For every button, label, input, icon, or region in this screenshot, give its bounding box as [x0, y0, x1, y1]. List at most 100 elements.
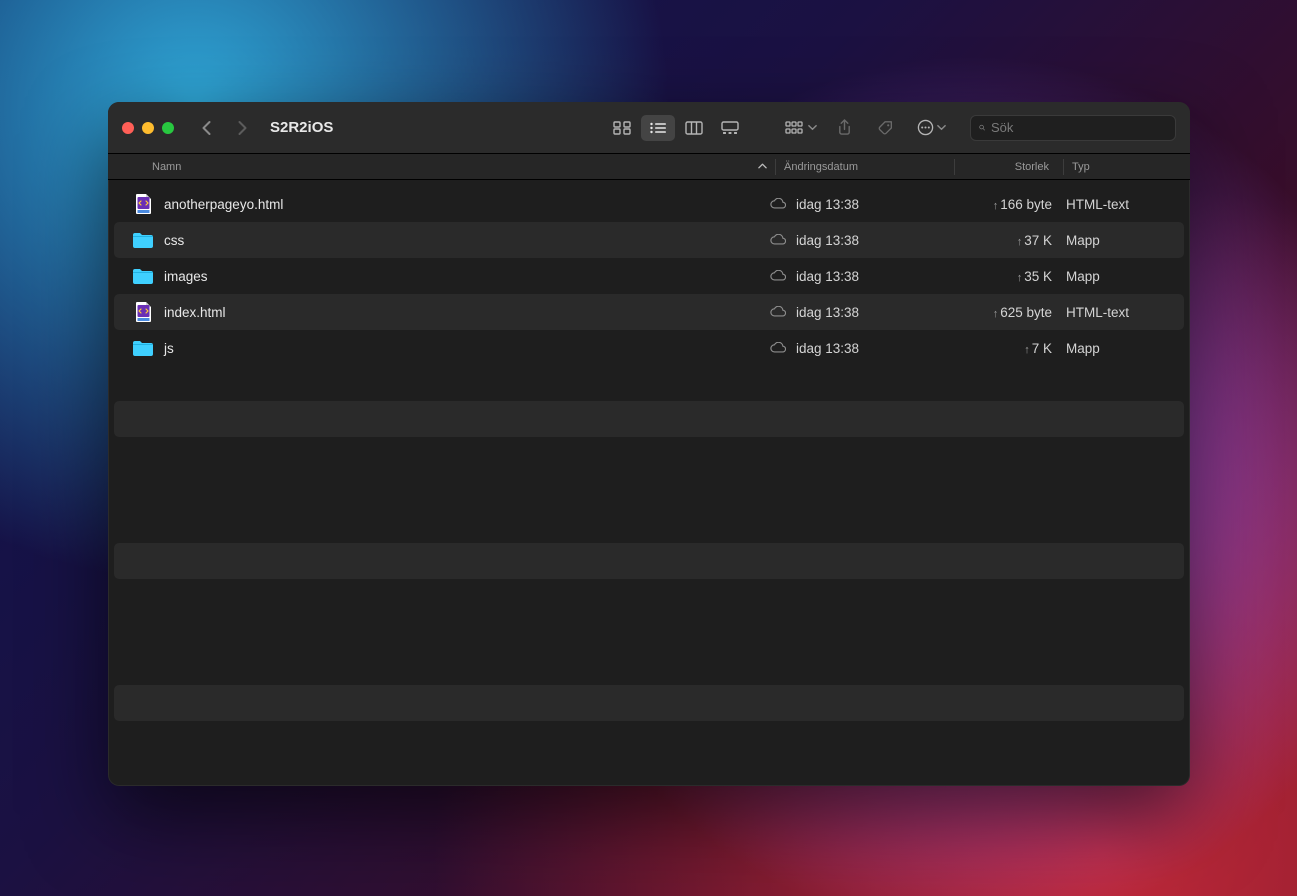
ellipsis-circle-icon [917, 119, 934, 136]
file-size: ↑625 byte [966, 305, 1066, 320]
cloud-status-icon [770, 269, 794, 284]
column-header-name[interactable]: Namn [152, 161, 775, 173]
share-button[interactable] [827, 115, 861, 141]
file-kind: Mapp [1066, 341, 1184, 356]
cloud-icon [770, 342, 786, 353]
cloud-status-icon [770, 305, 794, 320]
cloud-status-icon [770, 341, 794, 356]
file-size: ↑37 K [966, 233, 1066, 248]
search-field[interactable] [970, 115, 1176, 141]
search-input[interactable] [991, 120, 1167, 135]
close-window-button[interactable] [122, 122, 134, 134]
column-header-date[interactable]: Ändringsdatum [784, 161, 954, 173]
file-date: idag 13:38 [796, 269, 966, 284]
html-file-icon [132, 301, 154, 323]
file-name: index.html [164, 305, 770, 320]
upload-arrow-icon: ↑ [1024, 344, 1030, 356]
html-file-icon [132, 193, 154, 215]
folder-icon [132, 267, 154, 285]
folder-icon [132, 337, 154, 359]
tags-button[interactable] [869, 115, 903, 141]
upload-arrow-icon: ↑ [1017, 236, 1023, 248]
file-kind: Mapp [1066, 269, 1184, 284]
upload-arrow-icon: ↑ [1017, 272, 1023, 284]
chevron-down-icon [937, 123, 946, 132]
folder-icon [132, 339, 154, 357]
cloud-icon [770, 306, 786, 317]
upload-arrow-icon: ↑ [993, 200, 999, 212]
file-date: idag 13:38 [796, 233, 966, 248]
empty-row [114, 614, 1184, 650]
file-kind: Mapp [1066, 233, 1184, 248]
file-row[interactable]: anotherpageyo.html idag 13:38 ↑166 byte … [114, 186, 1184, 222]
empty-row [114, 756, 1184, 786]
chevron-down-icon [808, 123, 817, 132]
folder-icon [132, 231, 154, 249]
file-date: idag 13:38 [796, 341, 966, 356]
file-kind: HTML-text [1066, 305, 1184, 320]
cloud-status-icon [770, 197, 794, 212]
empty-row [114, 543, 1184, 579]
chevron-right-icon [237, 120, 248, 136]
action-menu-button[interactable] [911, 115, 948, 141]
file-date: idag 13:38 [796, 305, 966, 320]
group-icon [785, 121, 805, 135]
columns-icon [685, 121, 703, 135]
cloud-icon [770, 198, 786, 209]
file-name: anotherpageyo.html [164, 197, 770, 212]
list-icon [649, 121, 667, 135]
zoom-window-button[interactable] [162, 122, 174, 134]
share-icon [837, 119, 852, 136]
icon-view-button[interactable] [605, 115, 639, 141]
file-name: js [164, 341, 770, 356]
column-header-date-label: Ändringsdatum [784, 161, 858, 173]
traffic-lights [122, 122, 174, 134]
file-size: ↑35 K [966, 269, 1066, 284]
file-list: anotherpageyo.html idag 13:38 ↑166 byte … [108, 180, 1190, 786]
gallery-icon [721, 121, 739, 135]
window-title: S2R2iOS [270, 119, 333, 136]
file-name: css [164, 233, 770, 248]
file-row[interactable]: css idag 13:38 ↑37 K Mapp [114, 222, 1184, 258]
view-mode-group [605, 115, 747, 141]
list-view-button[interactable] [641, 115, 675, 141]
cloud-icon [770, 270, 786, 281]
html-file-icon [135, 193, 152, 215]
cloud-icon [770, 234, 786, 245]
minimize-window-button[interactable] [142, 122, 154, 134]
upload-arrow-icon: ↑ [993, 308, 999, 320]
file-date: idag 13:38 [796, 197, 966, 212]
file-row[interactable]: js idag 13:38 ↑7 K Mapp [114, 330, 1184, 366]
forward-button[interactable] [228, 114, 256, 142]
cloud-status-icon [770, 233, 794, 248]
column-header-size-label: Storlek [1015, 161, 1049, 173]
finder-window: S2R2iOS [108, 102, 1190, 786]
sort-ascending-icon [758, 161, 767, 173]
empty-row [114, 401, 1184, 437]
html-file-icon [135, 301, 152, 323]
chevron-left-icon [201, 120, 212, 136]
column-header-kind[interactable]: Typ [1072, 161, 1190, 173]
column-view-button[interactable] [677, 115, 711, 141]
grid-icon [613, 121, 631, 135]
folder-icon [132, 229, 154, 251]
back-button[interactable] [192, 114, 220, 142]
titlebar: S2R2iOS [108, 102, 1190, 154]
file-kind: HTML-text [1066, 197, 1184, 212]
empty-row [114, 472, 1184, 508]
file-size: ↑7 K [966, 341, 1066, 356]
empty-row [114, 685, 1184, 721]
gallery-view-button[interactable] [713, 115, 747, 141]
column-header-row: Namn Ändringsdatum Storlek Typ [108, 154, 1190, 180]
file-row[interactable]: index.html idag 13:38 ↑625 byte HTML-tex… [114, 294, 1184, 330]
folder-icon [132, 265, 154, 287]
tag-icon [878, 120, 894, 136]
column-header-kind-label: Typ [1072, 161, 1090, 173]
column-header-name-label: Namn [152, 161, 181, 173]
group-by-button[interactable] [779, 115, 819, 141]
search-icon [979, 121, 985, 134]
column-header-size[interactable]: Storlek [963, 161, 1063, 173]
file-size: ↑166 byte [966, 197, 1066, 212]
file-row[interactable]: images idag 13:38 ↑35 K Mapp [114, 258, 1184, 294]
file-name: images [164, 269, 770, 284]
